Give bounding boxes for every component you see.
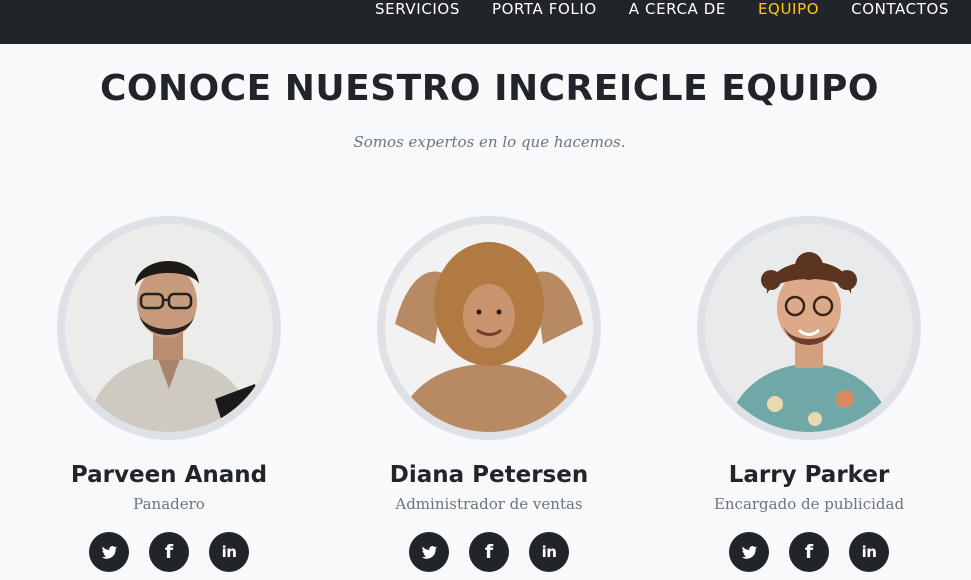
- twitter-icon: [421, 545, 437, 559]
- member-photo: [697, 216, 921, 440]
- twitter-button[interactable]: [89, 532, 129, 572]
- member-name: Larry Parker: [728, 462, 890, 488]
- twitter-button[interactable]: [729, 532, 769, 572]
- member-name: Parveen Anand: [70, 462, 268, 488]
- linkedin-button[interactable]: in: [849, 532, 889, 572]
- facebook-button[interactable]: f: [149, 532, 189, 572]
- nav-item-contactos[interactable]: CONTACTOS: [851, 0, 949, 18]
- nav-item-portafolio[interactable]: PORTA FOLIO: [492, 0, 597, 18]
- social-links: f in: [39, 532, 299, 572]
- portrait-photo: [385, 224, 593, 432]
- nav-item-equipo[interactable]: EQUIPO: [758, 0, 819, 18]
- member-role: Encargado de publicidad: [713, 495, 905, 513]
- linkedin-button[interactable]: in: [529, 532, 569, 572]
- twitter-button[interactable]: [409, 532, 449, 572]
- social-links: f in: [679, 532, 939, 572]
- portrait-photo: [705, 224, 913, 432]
- member-photo: [377, 216, 601, 440]
- portrait-photo: [65, 224, 273, 432]
- nav-item-servicios[interactable]: SERVICIOS: [375, 0, 460, 18]
- facebook-icon: f: [804, 540, 814, 563]
- member-name: Diana Petersen: [389, 462, 589, 488]
- member-role: Administrador de ventas: [395, 495, 583, 513]
- team-member-card: Larry Parker Encargado de publicidad f i…: [679, 216, 939, 572]
- twitter-icon: [101, 545, 117, 559]
- facebook-button[interactable]: f: [469, 532, 509, 572]
- member-photo: [57, 216, 281, 440]
- twitter-icon: [741, 545, 757, 559]
- facebook-icon: f: [164, 540, 174, 563]
- facebook-icon: f: [484, 540, 494, 563]
- member-role: Panadero: [133, 495, 205, 513]
- section-title: CONOCE NUESTRO INCREICLE EQUIPO: [99, 68, 880, 109]
- nav-links: SERVICIOS PORTA FOLIO A CERCA DE EQUIPO …: [375, 0, 949, 18]
- linkedin-icon: in: [861, 542, 877, 561]
- team-member-card: Diana Petersen Administrador de ventas f…: [359, 216, 619, 572]
- nav-item-acerca[interactable]: A CERCA DE: [629, 0, 726, 18]
- social-links: f in: [359, 532, 619, 572]
- linkedin-icon: in: [541, 542, 557, 561]
- linkedin-button[interactable]: in: [209, 532, 249, 572]
- section-subtitle: Somos expertos en lo que hacemos.: [353, 133, 626, 151]
- facebook-button[interactable]: f: [789, 532, 829, 572]
- linkedin-icon: in: [221, 542, 237, 561]
- navbar: SERVICIOS PORTA FOLIO A CERCA DE EQUIPO …: [0, 0, 971, 44]
- team-member-card: Parveen Anand Panadero f in: [39, 216, 299, 572]
